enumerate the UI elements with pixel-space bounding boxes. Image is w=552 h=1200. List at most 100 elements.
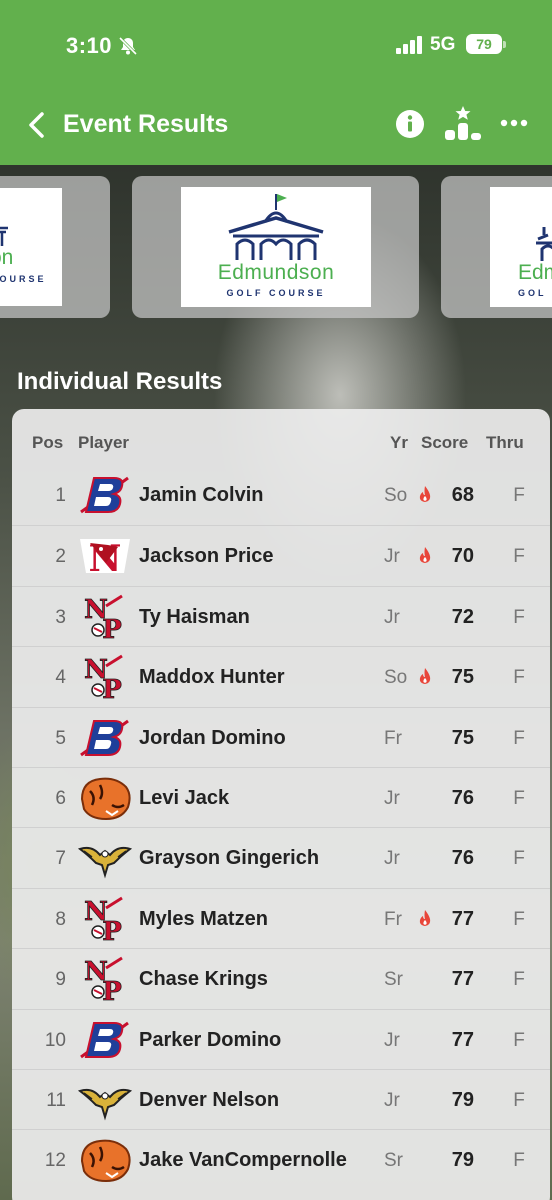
pavilion-logo-icon (536, 227, 552, 261)
player-year: Fr (384, 908, 402, 930)
sponsor-left-name: on (0, 246, 14, 269)
player-year: Jr (384, 1029, 400, 1051)
player-score: 72 (451, 605, 474, 628)
table-row[interactable]: 6 Levi Jack Jr 76 F (12, 767, 550, 827)
table-header: Pos Player Yr Score Thru (12, 409, 550, 465)
header-yr[interactable]: Yr (390, 433, 408, 453)
player-name[interactable]: Parker Domino (139, 1029, 281, 1052)
player-score: 68 (451, 484, 474, 506)
table-row[interactable]: 8 N P Myles Matzen Fr 77 F (12, 887, 550, 948)
player-score: 77 (451, 1028, 474, 1051)
sponsor-left-sub: COURSE (0, 274, 47, 284)
sponsor-right-sub: GOL (518, 288, 547, 298)
battery-icon: 79 (466, 34, 502, 54)
player-year: Jr (384, 788, 400, 809)
table-row[interactable]: 9 N P Chase Krings Sr 77 F (12, 948, 550, 1008)
player-name[interactable]: Jackson Price (139, 545, 274, 568)
player-thru: F (513, 1090, 525, 1111)
player-thru: F (513, 727, 525, 749)
team-logo-icon: N (78, 533, 132, 580)
team-logo-icon: NP (78, 956, 132, 1008)
team-logo-icon (78, 715, 132, 761)
row-position: 10 (44, 1029, 66, 1051)
row-position: 12 (44, 1150, 66, 1172)
player-thru: F (513, 606, 525, 628)
player-name[interactable]: Myles Matzen (139, 908, 268, 931)
header-score[interactable]: Score (421, 433, 468, 453)
row-position: 6 (55, 788, 66, 809)
leaderboard-podium-icon[interactable] (442, 104, 484, 142)
header-player[interactable]: Player (78, 433, 129, 453)
header-pos[interactable]: Pos (32, 433, 63, 453)
player-year: Jr (384, 546, 400, 568)
section-title: Individual Results (17, 368, 223, 395)
player-thru: F (513, 667, 525, 689)
sponsor-card-left[interactable]: on COURSE (0, 176, 110, 318)
fire-icon (418, 667, 432, 685)
player-name[interactable]: Jordan Domino (139, 727, 286, 750)
player-thru: F (513, 546, 525, 568)
status-bar: 3:10 5G 79 (0, 0, 552, 92)
sponsor-right-name: Edm (518, 261, 552, 284)
row-position: 9 (55, 969, 66, 991)
player-name[interactable]: Jamin Colvin (139, 484, 263, 507)
player-score: 79 (451, 1149, 474, 1172)
table-row[interactable]: 1 Jamin Colvin So 68 F (12, 465, 550, 525)
table-row[interactable]: 3 N P Ty Haisman Jr 72 F (12, 585, 550, 646)
row-position: 7 (55, 848, 66, 870)
player-name[interactable]: Chase Krings (139, 968, 268, 991)
bell-muted-icon (118, 36, 138, 56)
more-options-icon[interactable] (500, 119, 528, 127)
player-thru: F (513, 1029, 525, 1051)
pavilion-logo-icon (228, 194, 324, 260)
results-table: Pos Player Yr Score Thru 1 Jamin Colvin So… (12, 409, 550, 1200)
player-thru: F (513, 788, 525, 809)
player-score: 70 (451, 545, 474, 568)
player-year: Sr (384, 969, 403, 991)
team-logo-icon: NP (78, 594, 132, 645)
svg-text:P: P (102, 675, 122, 700)
pavilion-logo-icon (0, 226, 8, 246)
svg-text:P: P (102, 615, 122, 640)
player-score: 77 (451, 907, 474, 930)
table-row[interactable]: 2N Jackson Price Jr 70 F (12, 525, 550, 585)
team-logo-icon (78, 775, 132, 821)
header-thru[interactable]: Thru (486, 433, 524, 453)
table-row[interactable]: 11 Denver Nelson Jr 79 F (12, 1069, 550, 1129)
battery-tip (503, 41, 506, 48)
row-position: 4 (55, 667, 66, 689)
table-row[interactable]: 4 N P Maddox Hunter So 75 F (12, 646, 550, 706)
sponsor-name: Edmundson (217, 261, 335, 284)
player-score: 77 (451, 968, 474, 991)
player-thru: F (513, 1150, 525, 1172)
player-thru: F (513, 485, 525, 506)
player-name[interactable]: Jake VanCompernolle (139, 1149, 347, 1172)
player-name[interactable]: Maddox Hunter (139, 666, 285, 689)
row-position: 1 (55, 485, 66, 506)
battery-level: 79 (476, 36, 492, 52)
table-row[interactable]: 5 Jordan Domino Fr 75 F (12, 706, 550, 767)
sponsor-logo-right: Edm GOL (490, 187, 552, 307)
team-logo-icon (78, 472, 132, 518)
sponsor-sub: GOLF COURSE (226, 288, 326, 298)
info-icon[interactable] (395, 109, 425, 139)
player-year: So (384, 485, 408, 506)
player-name[interactable]: Denver Nelson (139, 1089, 279, 1112)
team-logo-icon: NP (78, 896, 132, 947)
player-name[interactable]: Grayson Gingerich (139, 847, 319, 870)
sponsor-logo-center: Edmundson GOLF COURSE (181, 187, 371, 307)
player-year: Jr (384, 848, 400, 870)
sponsor-card-center[interactable]: Edmundson GOLF COURSE (132, 176, 419, 318)
player-name[interactable]: Ty Haisman (139, 606, 250, 629)
sponsor-card-right[interactable]: Edm GOL (441, 176, 552, 318)
table-row[interactable]: 10 Parker Domino Jr 77 F (12, 1008, 550, 1069)
table-row[interactable]: 7 Grayson Gingerich Jr 76 F (12, 827, 550, 887)
fire-icon (418, 485, 432, 503)
fire-icon (418, 909, 432, 927)
back-chevron-icon[interactable] (24, 110, 50, 140)
player-thru: F (513, 848, 525, 870)
table-row[interactable]: 12 Jake VanCompernolle Sr 79 F (12, 1129, 550, 1189)
player-name[interactable]: Levi Jack (139, 787, 229, 810)
team-logo-icon: NP (78, 654, 132, 706)
nav-bar: Event Results (0, 92, 552, 165)
